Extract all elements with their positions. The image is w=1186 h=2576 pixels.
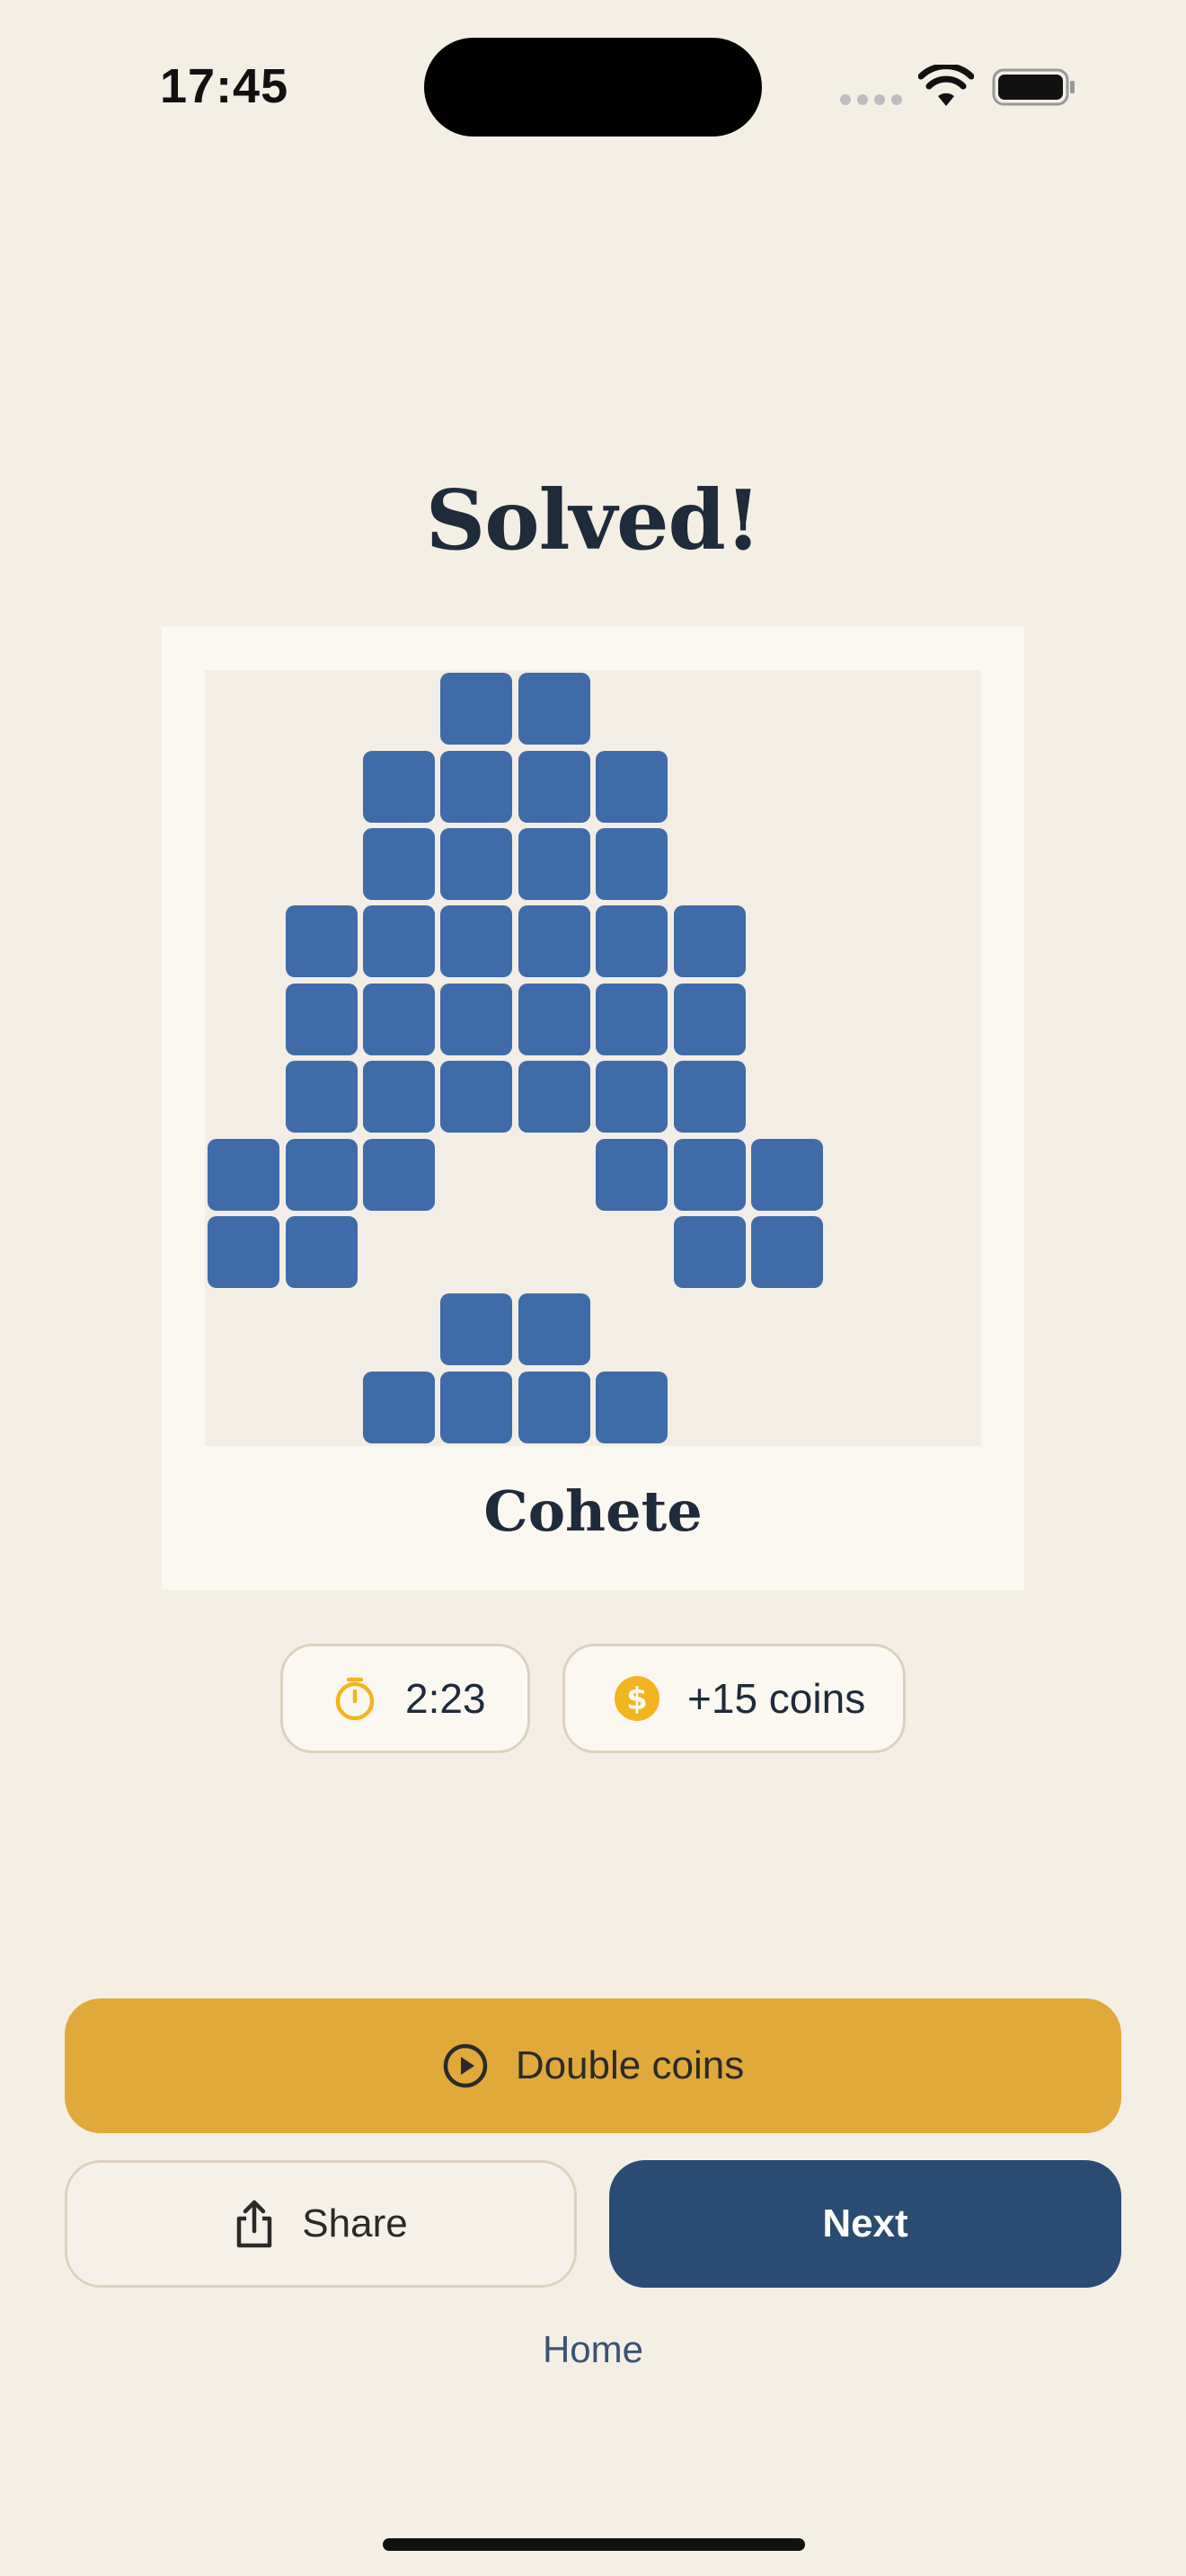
double-coins-label: Double coins xyxy=(515,2043,745,2087)
puzzle-cell-filled xyxy=(440,983,513,1055)
puzzle-cell-filled xyxy=(518,905,590,978)
puzzle-cell-filled xyxy=(596,828,668,900)
puzzle-cell-filled xyxy=(673,1216,746,1288)
puzzle-cell-filled xyxy=(596,905,668,978)
svg-text:$: $ xyxy=(626,1681,648,1717)
share-button[interactable]: Share xyxy=(65,2160,577,2288)
puzzle-cell-filled xyxy=(751,1216,823,1288)
puzzle-cell-filled xyxy=(363,1061,435,1134)
puzzle-cell-filled xyxy=(285,1216,358,1288)
double-coins-button[interactable]: Double coins xyxy=(65,1998,1121,2133)
puzzle-cell-filled xyxy=(673,905,746,978)
time-pill: 2:23 xyxy=(280,1644,530,1753)
puzzle-cell-filled xyxy=(208,1216,280,1288)
puzzle-cell-filled xyxy=(440,750,513,823)
puzzle-board xyxy=(205,670,981,1446)
puzzle-cell-filled xyxy=(363,1138,435,1211)
puzzle-cell-filled xyxy=(596,1371,668,1443)
puzzle-cell-filled xyxy=(518,673,590,745)
puzzle-cell-filled xyxy=(440,1293,513,1366)
status-time: 17:45 xyxy=(160,59,289,113)
puzzle-cell-filled xyxy=(596,983,668,1055)
puzzle-cell-filled xyxy=(518,828,590,900)
puzzle-cell-filled xyxy=(363,1371,435,1443)
puzzle-cell-filled xyxy=(596,1061,668,1134)
home-indicator xyxy=(383,2538,805,2551)
puzzle-cell-filled xyxy=(285,905,358,978)
next-button[interactable]: Next xyxy=(609,2160,1121,2288)
puzzle-cell-filled xyxy=(518,1371,590,1443)
puzzle-cell-filled xyxy=(751,1138,823,1211)
puzzle-cell-filled xyxy=(363,750,435,823)
puzzle-cell-filled xyxy=(518,1061,590,1134)
puzzle-cell-filled xyxy=(208,1138,280,1211)
page-title: Solved! xyxy=(425,472,761,569)
puzzle-cell-filled xyxy=(596,1138,668,1211)
coin-icon: $ xyxy=(615,1676,659,1721)
coins-pill: $ +15 coins xyxy=(562,1644,906,1753)
puzzle-name: Cohete xyxy=(483,1478,703,1544)
play-circle-icon xyxy=(443,2043,488,2088)
puzzle-card: Cohete xyxy=(162,627,1024,1590)
puzzle-cell-filled xyxy=(518,983,590,1055)
share-label: Share xyxy=(302,2201,408,2245)
puzzle-cell-filled xyxy=(285,983,358,1055)
puzzle-cell-filled xyxy=(440,1061,513,1134)
dynamic-island xyxy=(424,38,762,137)
time-label: 2:23 xyxy=(405,1675,486,1722)
cellular-signal-icon xyxy=(840,94,903,107)
next-label: Next xyxy=(822,2201,908,2245)
stopwatch-icon xyxy=(335,1677,375,1721)
coins-label: +15 coins xyxy=(687,1675,866,1722)
puzzle-cell-filled xyxy=(440,828,513,900)
puzzle-cell-filled xyxy=(363,828,435,900)
puzzle-cell-filled xyxy=(518,750,590,823)
puzzle-cell-filled xyxy=(673,983,746,1055)
puzzle-cell-filled xyxy=(285,1061,358,1134)
puzzle-cell-filled xyxy=(363,905,435,978)
puzzle-cell-filled xyxy=(363,983,435,1055)
puzzle-cell-filled xyxy=(440,905,513,978)
puzzle-cell-filled xyxy=(440,1371,513,1443)
puzzle-cell-filled xyxy=(518,1293,590,1366)
share-icon xyxy=(237,2200,272,2248)
puzzle-cell-filled xyxy=(673,1061,746,1134)
puzzle-cell-filled xyxy=(440,673,513,745)
puzzle-cell-filled xyxy=(673,1138,746,1211)
puzzle-cell-filled xyxy=(596,750,668,823)
puzzle-cell-filled xyxy=(285,1138,358,1211)
wifi-icon xyxy=(918,65,974,106)
home-link[interactable]: Home xyxy=(0,2328,1186,2371)
battery-icon xyxy=(992,68,1075,106)
